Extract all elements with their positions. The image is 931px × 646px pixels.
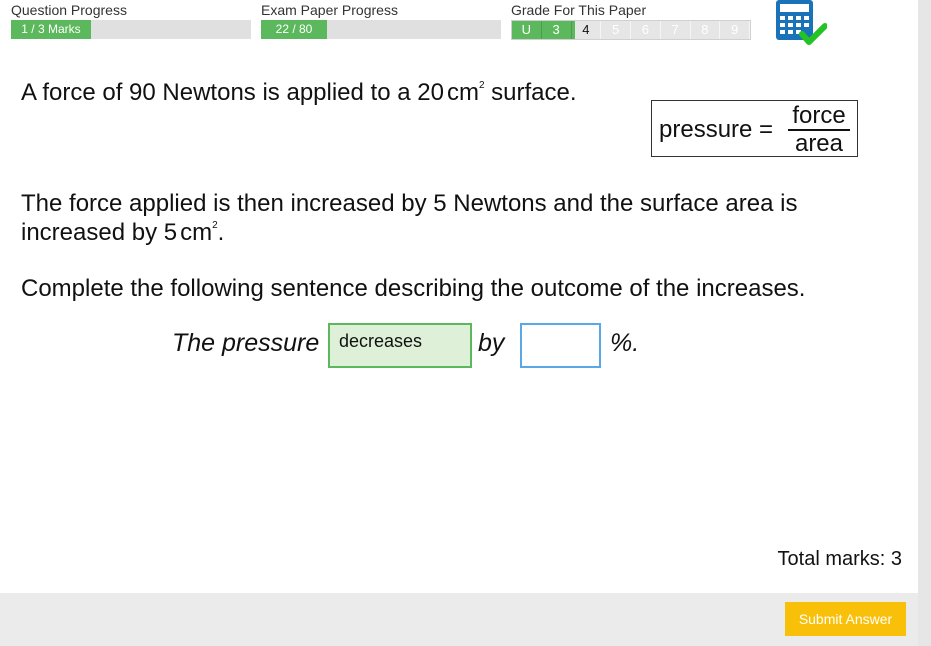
grade-cell: 3 xyxy=(541,21,572,39)
grade-bar: U3456789 xyxy=(511,20,751,40)
sentence-middle: by xyxy=(478,329,505,357)
exam-progress-bar: 22 / 80 xyxy=(261,20,501,39)
grade-cell: 6 xyxy=(631,21,661,39)
direction-choice-box[interactable]: decreases xyxy=(328,323,472,368)
calculator-allowed-icon xyxy=(776,0,827,45)
grade-label: Grade For This Paper xyxy=(511,2,647,18)
grade-cell: 8 xyxy=(691,21,721,39)
formula-numerator: force xyxy=(792,102,846,129)
pressure-formula: pressure = force area xyxy=(651,100,858,157)
question-progress-label: Question Progress xyxy=(11,2,127,18)
grade-cell: 4 xyxy=(571,21,602,39)
formula-denominator: area xyxy=(794,130,844,157)
scrollbar-track[interactable] xyxy=(918,0,931,646)
question-line-2b: increased by 5 cm2. xyxy=(21,219,225,246)
grade-cell: U xyxy=(512,21,542,39)
total-marks: Total marks: 3 xyxy=(777,548,902,570)
sentence-prefix: The pressure xyxy=(172,329,320,357)
question-instruction: Complete the following sentence describi… xyxy=(21,275,806,302)
question-line-1: A force of 90 Newtons is applied to a 20… xyxy=(21,79,577,106)
exam-progress-label: Exam Paper Progress xyxy=(261,2,398,18)
question-progress-fill: 1 / 3 Marks xyxy=(11,20,91,39)
grade-cell: 5 xyxy=(601,21,631,39)
grade-cell: 9 xyxy=(720,21,750,39)
formula-lhs: pressure = xyxy=(659,116,774,143)
percentage-input[interactable] xyxy=(520,323,601,368)
question-line-2: The force applied is then increased by 5… xyxy=(21,190,798,217)
question-progress-bar: 1 / 3 Marks xyxy=(11,20,251,39)
grade-cell: 7 xyxy=(661,21,691,39)
sentence-suffix: %. xyxy=(610,329,640,357)
exam-progress-fill: 22 / 80 xyxy=(261,20,327,39)
footer-bar xyxy=(0,593,918,646)
submit-answer-button[interactable]: Submit Answer xyxy=(785,602,906,636)
